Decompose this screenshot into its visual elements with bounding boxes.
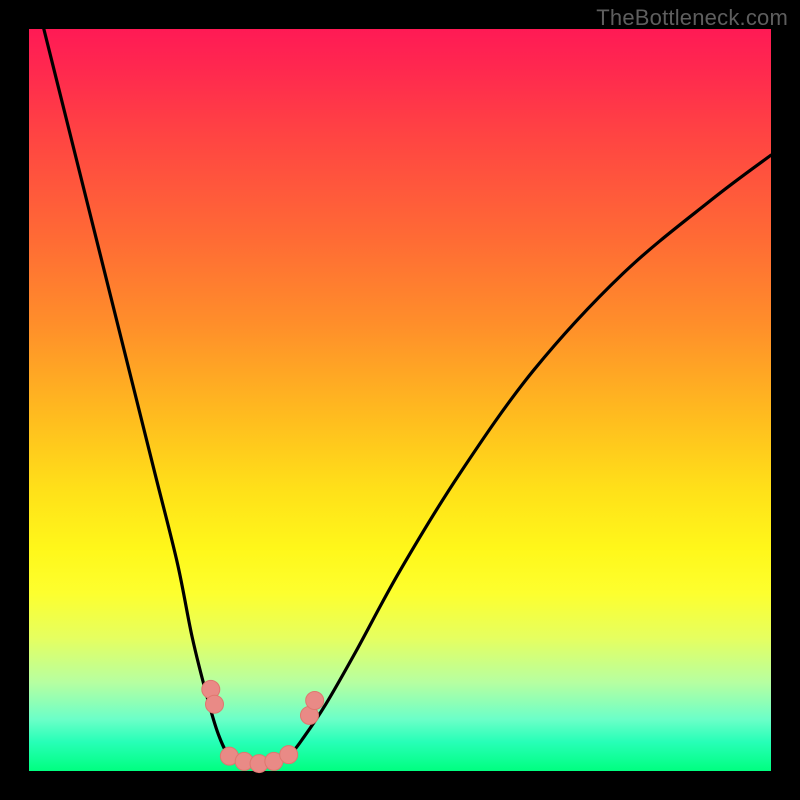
marker-group xyxy=(202,680,324,772)
plot-area xyxy=(29,29,771,771)
bottleneck-curve xyxy=(44,29,771,765)
marker-left-upper-pair-b xyxy=(206,695,224,713)
chart-svg xyxy=(29,29,771,771)
marker-right-upper-pair-b xyxy=(306,692,324,710)
chart-frame: TheBottleneck.com xyxy=(0,0,800,800)
watermark-text: TheBottleneck.com xyxy=(596,5,788,31)
marker-trough-e xyxy=(280,746,298,764)
